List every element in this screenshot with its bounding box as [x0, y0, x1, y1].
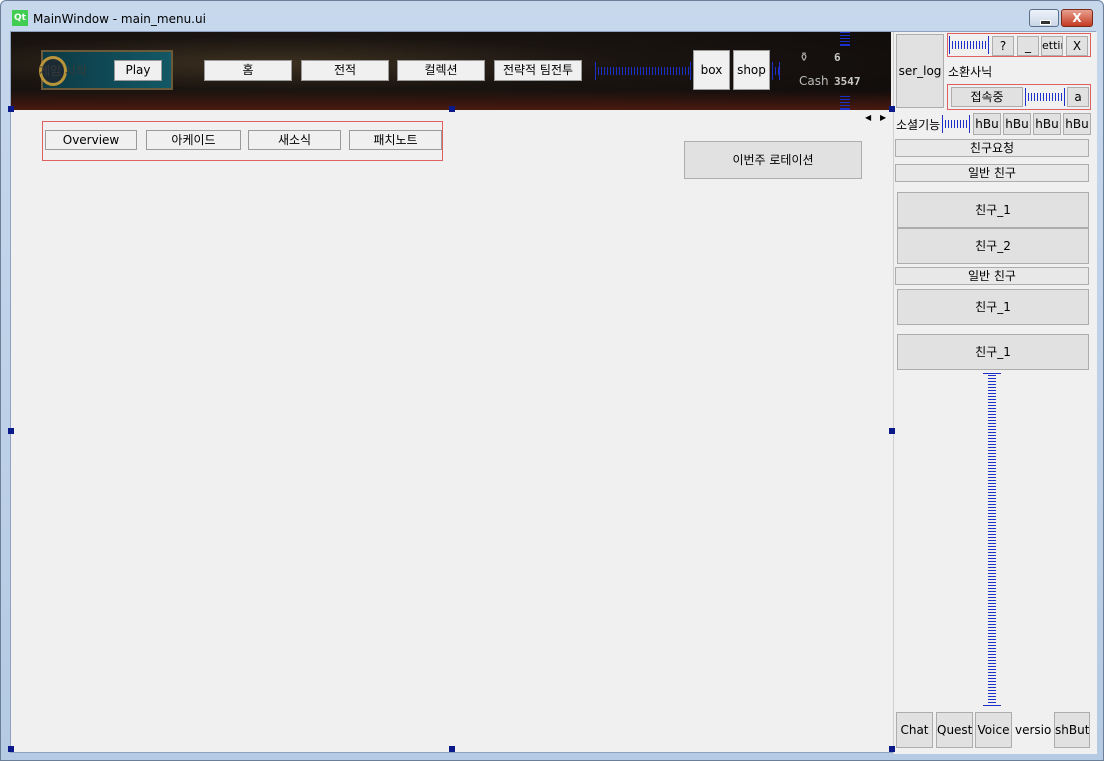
tab-overview[interactable]: Overview [45, 130, 137, 150]
window-close-button[interactable]: X [1061, 9, 1093, 27]
selection-handle[interactable] [8, 106, 14, 112]
h-button[interactable]: hBu [973, 113, 1001, 135]
selection-handle[interactable] [449, 106, 455, 112]
horizontal-spacer [949, 36, 989, 54]
refresh-button[interactable]: shBut [1054, 712, 1090, 748]
help-button[interactable]: ? [992, 36, 1014, 56]
vertical-spacer-bottom [840, 96, 850, 110]
horizontal-spacer-small [772, 62, 780, 80]
social-features-label: 소셜기능 [896, 118, 941, 132]
selection-handle[interactable] [889, 428, 895, 434]
user-log-button[interactable]: ser_log [896, 34, 944, 108]
h-button[interactable]: hBu [1063, 113, 1091, 135]
friend-item[interactable]: 친구_2 [897, 228, 1089, 264]
voice-button[interactable]: Voice [975, 712, 1012, 748]
client-area: 게임 시작 Play 홈 전적 컬렉션 전략적 팀전투 box shop ⚱ 6… [8, 31, 1097, 754]
chat-button[interactable]: Chat [896, 712, 933, 748]
selection-handle[interactable] [889, 746, 895, 752]
summoner-name-label: 소환사닉 [948, 65, 993, 79]
selection-handle[interactable] [889, 106, 895, 112]
friend-request-header[interactable]: 친구요청 [895, 139, 1089, 157]
qt-logo-icon: Qt [12, 10, 28, 26]
nav-collection-button[interactable]: 컬렉션 [397, 60, 485, 81]
quest-button[interactable]: Quest [936, 712, 973, 748]
nav-tft-button[interactable]: 전략적 팀전투 [494, 60, 582, 81]
window-minimize-button[interactable] [1029, 9, 1059, 27]
tab-arcade[interactable]: 아케이드 [146, 130, 241, 150]
h-button[interactable]: hBu [1033, 113, 1061, 135]
horizontal-spacer [942, 115, 970, 133]
box-button[interactable]: box [693, 50, 730, 90]
h-button[interactable]: hBu [1003, 113, 1031, 135]
vertical-spacer [983, 373, 1001, 706]
currency-1-icon: ⚱ [799, 50, 810, 64]
currency-1-value: 6 [834, 51, 841, 64]
social-panel: ser_log ? _ ettir X 소환사닉 접속중 a 소셜기능 hBu … [893, 32, 1097, 754]
nav-history-button[interactable]: 전적 [301, 60, 389, 81]
nav-home-button[interactable]: 홈 [204, 60, 292, 81]
vertical-spacer-top [840, 32, 850, 46]
shop-button[interactable]: shop [733, 50, 770, 90]
horizontal-spacer [595, 62, 691, 80]
horizontal-spacer [1025, 88, 1065, 106]
general-friends-header[interactable]: 일반 친구 [895, 267, 1089, 285]
tab-patch-notes[interactable]: 패치노트 [349, 130, 442, 150]
currency-2-label: Cash [799, 74, 829, 88]
status-button[interactable]: 접속중 [951, 87, 1023, 107]
currency-2-value: 3547 [834, 75, 861, 88]
friend-item[interactable]: 친구_1 [897, 334, 1089, 370]
panel-close-button[interactable]: X [1066, 36, 1088, 56]
friend-item[interactable]: 친구_1 [897, 192, 1089, 228]
tab-news[interactable]: 새소식 [248, 130, 341, 150]
scroll-right-icon[interactable]: ▶ [880, 113, 886, 122]
a-button[interactable]: a [1067, 87, 1089, 107]
friend-item[interactable]: 친구_1 [897, 289, 1089, 325]
weekly-rotation-button[interactable]: 이번주 로테이션 [684, 141, 862, 179]
title-bar[interactable]: Qt MainWindow - main_menu.ui X [1, 1, 1103, 31]
selection-handle[interactable] [449, 746, 455, 752]
play-button[interactable]: Play [114, 60, 162, 81]
window-title: MainWindow - main_menu.ui [33, 12, 206, 26]
version-label: version [1014, 712, 1052, 748]
main-window: Qt MainWindow - main_menu.ui X 게임 시작 Pla… [0, 0, 1104, 761]
game-start-label: 게임 시작 [39, 64, 87, 78]
panel-minimize-button[interactable]: _ [1017, 36, 1039, 56]
selection-handle[interactable] [8, 746, 14, 752]
selection-handle[interactable] [8, 428, 14, 434]
settings-button[interactable]: ettir [1041, 36, 1063, 56]
general-friends-header[interactable]: 일반 친구 [895, 164, 1089, 182]
scroll-left-icon[interactable]: ◀ [865, 113, 871, 122]
